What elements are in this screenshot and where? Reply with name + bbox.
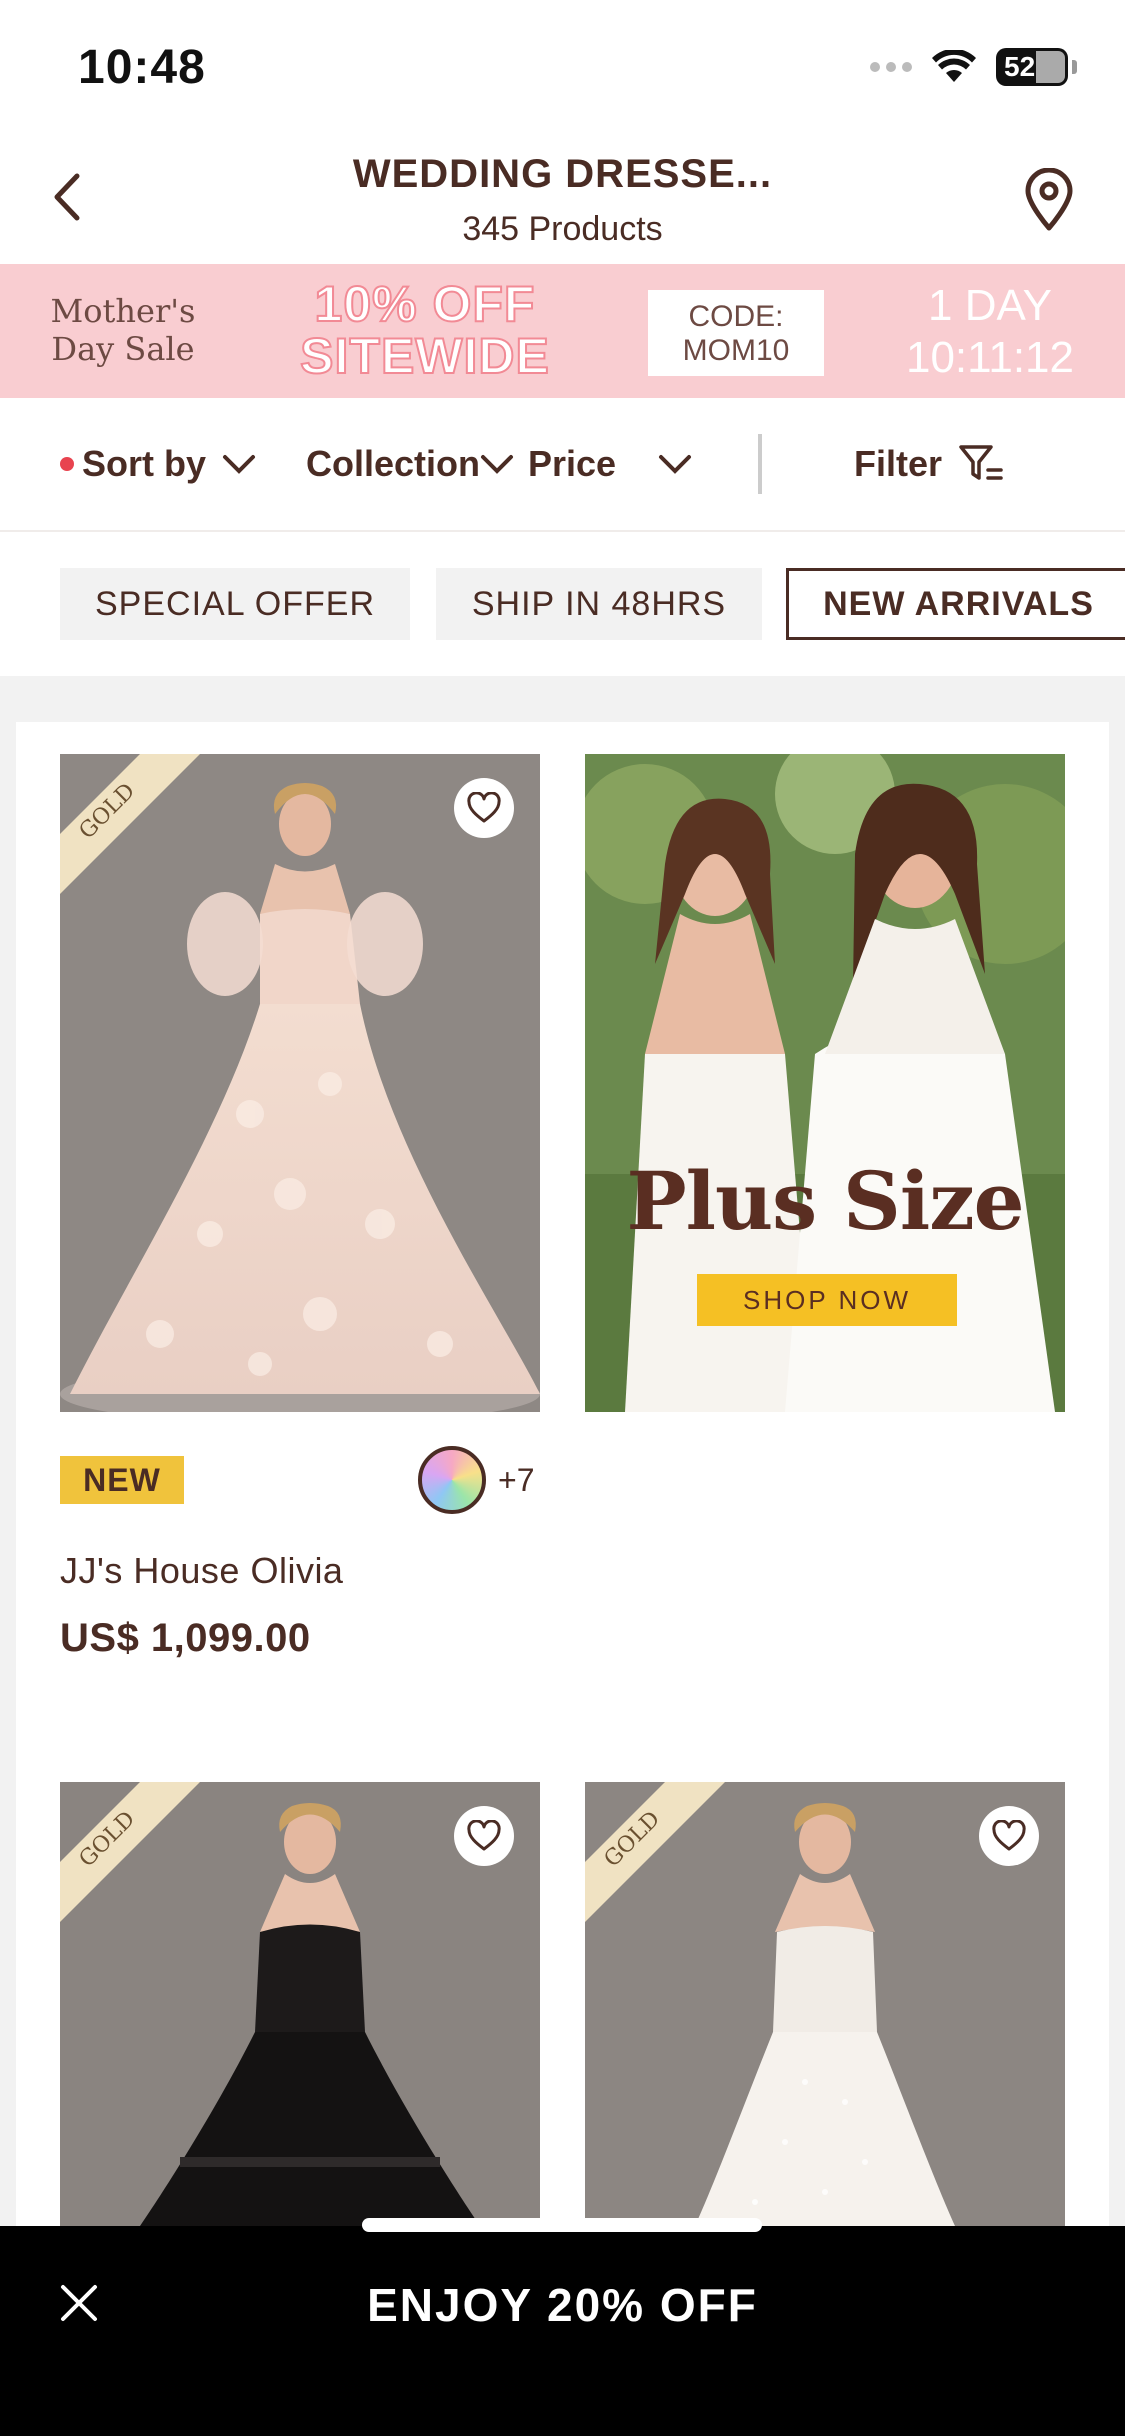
heart-icon: [467, 1820, 501, 1851]
sort-by-label: Sort by: [82, 443, 207, 484]
bottom-promo-text: ENJOY 20% OFF: [367, 2279, 758, 2331]
tag-special-offer[interactable]: SPECIAL OFFER: [60, 568, 410, 640]
price-label: Price: [528, 443, 617, 484]
product-price: US$ 1,099.00: [60, 1616, 311, 1660]
plus-size-banner[interactable]: Plus Size SHOP NOW: [585, 754, 1065, 1412]
active-sort-indicator: [60, 457, 74, 471]
countdown-days: 1 DAY: [928, 281, 1052, 330]
battery-level: 52: [1004, 51, 1036, 82]
tag-new-arrivals[interactable]: NEW ARRIVALS: [786, 568, 1125, 640]
promo-code-value: MOM10: [682, 334, 790, 367]
promo-code-label: CODE:: [688, 300, 784, 333]
promo-countdown: 1 DAY 10:11:12: [880, 280, 1100, 384]
product-image[interactable]: GOLD: [60, 754, 540, 1412]
product-image[interactable]: GOLD: [60, 1782, 540, 2226]
more-colors-count[interactable]: +7: [498, 1462, 534, 1499]
product-image[interactable]: GOLD: [585, 1782, 1065, 2226]
page-title: WEDDING DRESSE...: [352, 152, 773, 196]
wishlist-button[interactable]: [454, 778, 514, 838]
filter-button[interactable]: Filter: [854, 434, 1004, 494]
status-bar: 10:48 52: [0, 0, 1125, 132]
location-button[interactable]: [1009, 160, 1089, 240]
promo-offer-line1: 10% OFF: [314, 276, 536, 332]
gold-ribbon: GOLD: [585, 1782, 725, 1927]
gold-ribbon: GOLD: [60, 1782, 200, 1927]
filter-bar: Sort by Collection Price Filter: [0, 398, 1125, 532]
promo-offer-line2: SITEWIDE: [299, 328, 550, 384]
chevron-down-icon: [659, 455, 692, 474]
nav-header: WEDDING DRESSE... 345 Products: [0, 132, 1125, 264]
promo-banner[interactable]: Mother's Day Sale 10% OFF SITEWIDE CODE:…: [0, 264, 1125, 398]
heart-icon: [467, 792, 501, 823]
promo-event-name: Mother's Day Sale: [50, 292, 196, 368]
collection-label: Collection: [306, 443, 481, 484]
cellular-signal-icon: [870, 62, 912, 72]
chevron-down-icon: [481, 455, 514, 474]
collection-dropdown[interactable]: Collection: [306, 434, 514, 494]
new-badge: NEW: [60, 1456, 184, 1504]
home-indicator[interactable]: [362, 2218, 762, 2232]
battery-icon: 52: [996, 48, 1068, 86]
wifi-icon: [932, 50, 976, 82]
wishlist-button[interactable]: [454, 1806, 514, 1866]
product-count: 345 Products: [462, 210, 663, 248]
location-pin-icon: [1025, 168, 1073, 231]
product-name[interactable]: JJ's House Olivia: [60, 1550, 343, 1592]
status-icons: 52: [870, 48, 1077, 86]
bottom-promo-bar[interactable]: ENJOY 20% OFF: [0, 2226, 1125, 2436]
filter-funnel-icon: [959, 445, 1003, 480]
sort-by-dropdown[interactable]: Sort by: [60, 434, 256, 494]
heart-icon: [992, 1820, 1026, 1851]
banner-title: Plus Size: [626, 1154, 1024, 1248]
promo-offer: 10% OFF SITEWIDE: [270, 276, 580, 384]
price-dropdown[interactable]: Price: [528, 434, 692, 494]
quick-filter-tags: SPECIAL OFFER SHIP IN 48HRS NEW ARRIVALS: [0, 534, 1125, 674]
shop-now-button[interactable]: SHOP NOW: [697, 1274, 957, 1326]
color-swatch[interactable]: [418, 1446, 486, 1514]
gold-ribbon: GOLD: [60, 754, 200, 899]
tag-ship-48hrs[interactable]: SHIP IN 48HRS: [436, 568, 762, 640]
promo-code-box[interactable]: CODE: MOM10: [648, 290, 824, 376]
countdown-clock: 10:11:12: [905, 333, 1074, 382]
filter-divider: [758, 434, 762, 494]
chevron-down-icon: [223, 455, 256, 474]
filter-label: Filter: [854, 443, 943, 484]
status-time: 10:48: [78, 41, 206, 94]
wishlist-button[interactable]: [979, 1806, 1039, 1866]
